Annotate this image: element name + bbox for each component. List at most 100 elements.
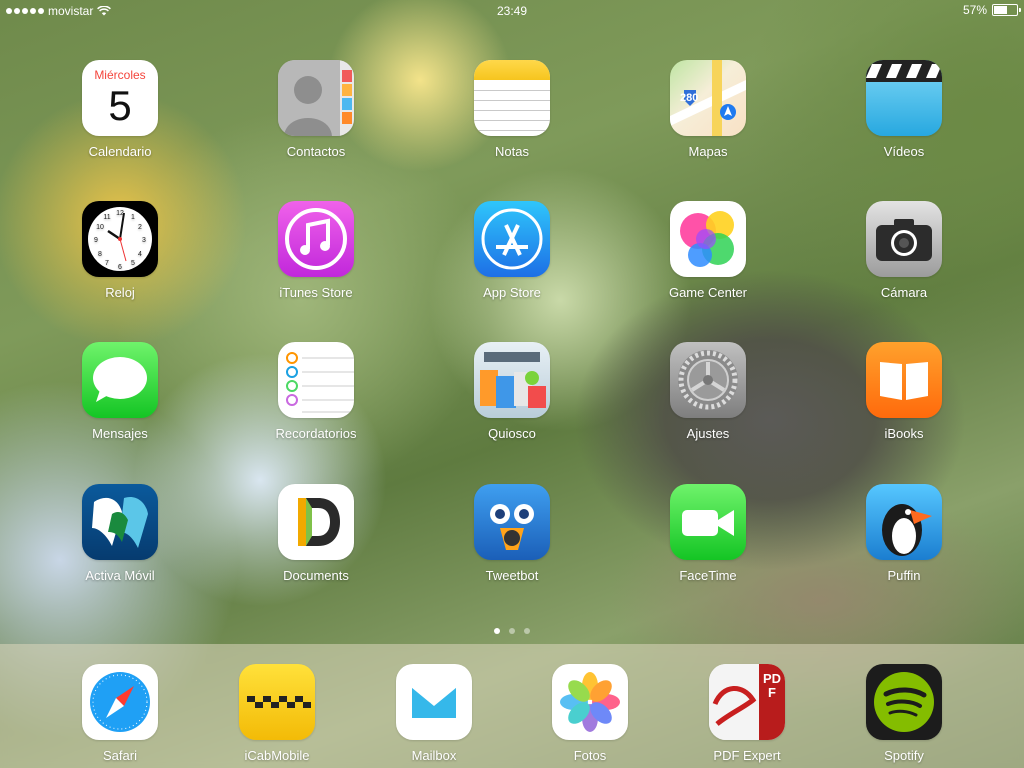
facetime-icon[interactable] (670, 484, 746, 560)
dock-app-pdf-expert[interactable]: PDF PDF Expert (687, 664, 807, 763)
app-label: Vídeos (883, 144, 925, 159)
app-label: iBooks (884, 426, 924, 441)
app-reloj[interactable]: 12 3 6 9 1245 7 8 10 11 Reloj (60, 201, 180, 300)
app-label: Mensajes (92, 426, 148, 441)
status-time: 23:49 (496, 4, 528, 18)
dock-app-fotos[interactable]: Fotos (530, 664, 650, 763)
app-label: Recordatorios (275, 426, 357, 441)
icabmobile-icon[interactable] (239, 664, 315, 740)
app-activa-movil[interactable]: Activa Móvil (60, 484, 180, 583)
app-store-icon[interactable] (474, 201, 550, 277)
app-videos[interactable]: Vídeos (844, 60, 964, 159)
pdf-icon-text: PDF (762, 671, 782, 700)
dock: Safari iCabMobile Mailbox Fotos PDF PDF … (0, 644, 1024, 768)
app-label: Reloj (105, 285, 135, 300)
settings-icon[interactable] (670, 342, 746, 418)
app-label: Fotos (573, 748, 607, 763)
app-label: Calendario (88, 144, 152, 159)
messages-icon[interactable] (82, 342, 158, 418)
battery-icon (992, 4, 1021, 16)
dock-app-safari[interactable]: Safari (60, 664, 180, 763)
app-label: iCabMobile (244, 748, 310, 763)
app-label: Game Center (668, 285, 748, 300)
documents-icon[interactable] (278, 484, 354, 560)
dock-app-mailbox[interactable]: Mailbox (374, 664, 494, 763)
page-dot[interactable] (509, 628, 515, 634)
app-itunes-store[interactable]: iTunes Store (256, 201, 376, 300)
svg-text:9: 9 (94, 237, 98, 244)
spotify-icon[interactable] (866, 664, 942, 740)
app-documents[interactable]: Documents (256, 484, 376, 583)
newsstand-icon[interactable] (474, 342, 550, 418)
app-label: Contactos (286, 144, 346, 159)
app-label: FaceTime (679, 568, 737, 583)
maps-highway-number: 280 (680, 92, 699, 104)
status-bar: movistar 23:49 57% (0, 0, 1024, 22)
app-label: Quiosco (488, 426, 536, 441)
app-label: App Store (483, 285, 541, 300)
app-label: Puffin (887, 568, 921, 583)
calendar-day: 5 (108, 82, 132, 129)
app-notas[interactable]: Notas (452, 60, 572, 159)
app-app-store[interactable]: App Store (452, 201, 572, 300)
app-ajustes[interactable]: Ajustes (648, 342, 768, 441)
app-puffin[interactable]: Puffin (844, 484, 964, 583)
app-label: PDF Expert (713, 748, 781, 763)
reminders-icon[interactable] (278, 342, 354, 418)
app-label: iTunes Store (279, 285, 353, 300)
tweetbot-icon[interactable] (474, 484, 550, 560)
svg-text:4: 4 (138, 251, 142, 258)
videos-icon[interactable] (866, 60, 942, 136)
app-contactos[interactable]: Contactos (256, 60, 376, 159)
photos-icon[interactable] (552, 664, 628, 740)
app-camara[interactable]: Cámara (844, 201, 964, 300)
svg-text:7: 7 (105, 260, 109, 267)
app-label: Mapas (688, 144, 728, 159)
page-indicator[interactable] (0, 628, 1024, 634)
app-label: Documents (283, 568, 349, 583)
ibooks-icon[interactable] (866, 342, 942, 418)
clock-icon[interactable]: 12 3 6 9 1245 7 8 10 11 (82, 201, 158, 277)
itunes-icon[interactable] (278, 201, 354, 277)
page-dot[interactable] (494, 628, 500, 634)
dock-app-icabmobile[interactable]: iCabMobile (217, 664, 337, 763)
app-label: Notas (495, 144, 529, 159)
app-label: Activa Móvil (85, 568, 155, 583)
activa-movil-icon[interactable] (82, 484, 158, 560)
app-ibooks[interactable]: iBooks (844, 342, 964, 441)
app-label: Tweetbot (485, 568, 539, 583)
svg-text:2: 2 (138, 224, 142, 231)
calendar-weekday: Miércoles (94, 68, 146, 82)
app-label: Spotify (884, 748, 924, 763)
maps-icon[interactable]: 280 (670, 60, 746, 136)
battery-percent: 57% (962, 3, 987, 17)
app-facetime[interactable]: FaceTime (648, 484, 768, 583)
pdf-expert-icon[interactable]: PDF (709, 664, 785, 740)
contacts-icon[interactable] (278, 60, 354, 136)
status-right: 57% (962, 3, 1021, 17)
app-label: Safari (103, 748, 137, 763)
page-dot[interactable] (524, 628, 530, 634)
puffin-icon[interactable] (866, 484, 942, 560)
app-quiosco[interactable]: Quiosco (452, 342, 572, 441)
app-game-center[interactable]: Game Center (648, 201, 768, 300)
app-label: Mailbox (411, 748, 457, 763)
app-tweetbot[interactable]: Tweetbot (452, 484, 572, 583)
app-recordatorios[interactable]: Recordatorios (256, 342, 376, 441)
notes-icon[interactable] (474, 60, 550, 136)
mailbox-icon[interactable] (396, 664, 472, 740)
game-center-icon[interactable] (670, 201, 746, 277)
svg-text:8: 8 (98, 251, 102, 258)
calendar-icon[interactable]: Miércoles 5 (82, 60, 158, 136)
safari-icon[interactable] (82, 664, 158, 740)
svg-text:11: 11 (103, 214, 110, 221)
app-calendario[interactable]: Miércoles 5 Calendario (60, 60, 180, 159)
camera-icon[interactable] (866, 201, 942, 277)
svg-text:5: 5 (131, 260, 135, 267)
app-mapas[interactable]: 280 Mapas (648, 60, 768, 159)
app-mensajes[interactable]: Mensajes (60, 342, 180, 441)
dock-app-spotify[interactable]: Spotify (844, 664, 964, 763)
svg-text:3: 3 (142, 237, 146, 244)
svg-text:1: 1 (131, 214, 135, 221)
svg-text:10: 10 (96, 224, 104, 231)
